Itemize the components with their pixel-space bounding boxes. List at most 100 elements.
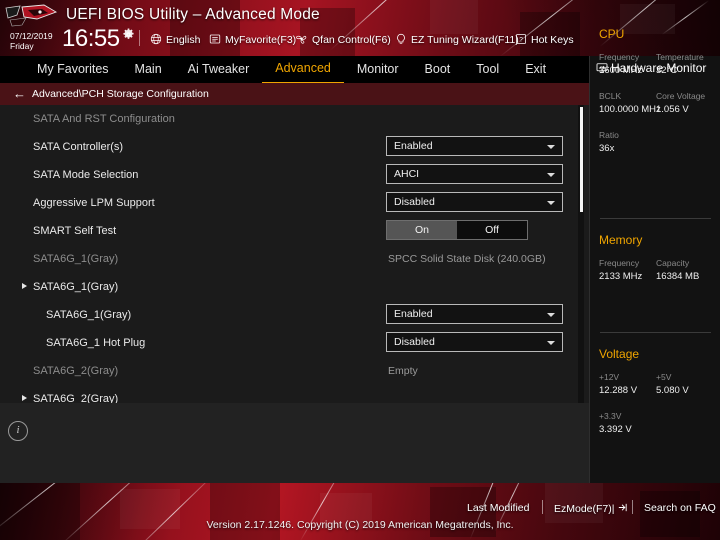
hw-metric-value: 2133 MHz (599, 271, 642, 282)
date-display: 07/12/2019 Friday (10, 31, 53, 51)
scrollbar-thumb[interactable] (580, 107, 583, 212)
date-value: 07/12/2019 (10, 31, 53, 41)
toggle-option-on[interactable]: On (387, 221, 457, 239)
ez-mode-button[interactable]: EzMode(F7)| (554, 502, 628, 515)
footer-divider-1 (542, 500, 543, 514)
main-nav-tabs: My Favorites Main Ai Tweaker Advanced Mo… (24, 56, 559, 83)
toolbar-item-ez-tuning-wizard[interactable]: EZ Tuning Wizard(F11) (395, 33, 519, 48)
settings-panel: SATA And RST ConfigurationSATA Controlle… (0, 105, 589, 403)
tab-ai-tweaker[interactable]: Ai Tweaker (175, 56, 263, 83)
last-modified-button[interactable]: Last Modified (467, 502, 529, 514)
setting-value-text: Empty (388, 357, 418, 385)
setting-label[interactable]: SATA6G_1(Gray) (46, 301, 131, 329)
setting-dropdown[interactable]: Disabled (386, 192, 563, 212)
toolbar-item-english[interactable]: English (150, 33, 200, 48)
settings-row: SATA6G_1(Gray) (0, 273, 589, 301)
hw-metric-label: Frequency (599, 258, 639, 268)
question-box-icon: ? (515, 33, 527, 48)
hw-section-divider (600, 332, 711, 333)
setting-label[interactable]: SMART Self Test (33, 217, 116, 245)
setting-label[interactable]: SATA6G_1 Hot Plug (46, 329, 145, 357)
settings-row: SATA6G_2(Gray) Empty (0, 357, 589, 385)
hw-metric-label: +3.3V (599, 411, 621, 421)
setting-dropdown[interactable]: Disabled (386, 332, 563, 352)
bulb-icon (395, 33, 407, 48)
hw-metric-value: 16384 MB (656, 271, 699, 282)
setting-label[interactable]: SATA6G_1(Gray) (33, 273, 118, 301)
setting-label: SATA And RST Configuration (33, 105, 175, 133)
tab-main[interactable]: Main (122, 56, 175, 83)
tab-advanced[interactable]: Advanced (262, 55, 344, 84)
tab-monitor[interactable]: Monitor (344, 56, 412, 83)
toolbar-label-ez-tuning: EZ Tuning Wizard(F11) (411, 34, 519, 46)
tab-boot[interactable]: Boot (412, 56, 464, 83)
setting-label[interactable]: SATA Mode Selection (33, 161, 138, 189)
toolbar-label-english: English (166, 34, 200, 46)
breadcrumb-path: Advanced\PCH Storage Configuration (32, 88, 209, 100)
settings-row: SATA6G_1 Hot Plug Disabled (0, 329, 589, 357)
hw-metric-label: BCLK (599, 91, 621, 101)
hw-section-title-memory: Memory (599, 233, 642, 247)
settings-row: SATA6G_2(Gray) (0, 385, 589, 403)
setting-label[interactable]: SATA Controller(s) (33, 133, 123, 161)
settings-row: Aggressive LPM Support Disabled (0, 189, 589, 217)
hw-metric-label: Temperature (656, 52, 704, 62)
hw-metric-value: 36x (599, 143, 614, 154)
dropdown-value: Enabled (394, 308, 433, 320)
dropdown-value: Disabled (394, 336, 435, 348)
breadcrumb[interactable]: ← Advanced\PCH Storage Configuration (0, 83, 589, 105)
hw-section-title-cpu: CPU (599, 27, 624, 41)
hw-metric-label: Core Voltage (656, 91, 705, 101)
tab-exit[interactable]: Exit (512, 56, 559, 83)
toolbar-label-hot-keys: Hot Keys (531, 34, 574, 46)
settings-row: SMART Self Test OnOff (0, 217, 589, 245)
list-icon (209, 33, 221, 48)
dropdown-value: Enabled (394, 140, 433, 152)
expand-arrow-icon[interactable] (22, 395, 27, 401)
help-panel (0, 403, 589, 483)
info-icon[interactable]: i (8, 421, 28, 441)
setting-label[interactable]: SATA6G_2(Gray) (33, 385, 118, 403)
back-arrow-icon[interactable]: ← (13, 87, 26, 101)
footer-divider-2 (632, 500, 633, 514)
settings-row: SATA6G_1(Gray) Enabled (0, 301, 589, 329)
search-on-faq-button[interactable]: Search on FAQ (644, 502, 716, 514)
setting-label[interactable]: SATA6G_2(Gray) (33, 357, 118, 385)
setting-dropdown[interactable]: Enabled (386, 304, 563, 324)
hw-metric-label: Ratio (599, 130, 619, 140)
gear-icon[interactable] (122, 28, 135, 41)
ez-mode-label: EzMode(F7)| (554, 503, 615, 515)
hw-section-divider (600, 218, 711, 219)
setting-label[interactable]: Aggressive LPM Support (33, 189, 155, 217)
arrow-right-box-icon (615, 503, 629, 515)
asus-rog-logo (4, 4, 62, 30)
hw-metric-label: Capacity (656, 258, 689, 268)
tab-my-favorites[interactable]: My Favorites (24, 56, 122, 83)
settings-row: SATA Controller(s) Enabled (0, 133, 589, 161)
toolbar-item-hot-keys[interactable]: ? Hot Keys (515, 33, 574, 48)
weekday-value: Friday (10, 41, 53, 51)
dropdown-value: Disabled (394, 196, 435, 208)
expand-arrow-icon[interactable] (22, 283, 27, 289)
tab-tool[interactable]: Tool (463, 56, 512, 83)
chevron-down-icon (547, 145, 555, 149)
toggle-option-off[interactable]: Off (457, 221, 527, 239)
clock-display: 16:55 (62, 25, 120, 53)
hw-metric-value: 32°C (656, 65, 677, 76)
hw-metric-value: 100.0000 MHz (599, 104, 661, 115)
hw-metric-label: +5V (656, 372, 671, 382)
hw-metric-value: 3600 MHz (599, 65, 642, 76)
hw-metric-value: 1.056 V (656, 104, 689, 115)
hw-metric-value: 12.288 V (599, 385, 637, 396)
setting-label[interactable]: SATA6G_1(Gray) (33, 245, 118, 273)
setting-dropdown[interactable]: Enabled (386, 136, 563, 156)
setting-dropdown[interactable]: AHCI (386, 164, 563, 184)
svg-text:?: ? (519, 37, 523, 44)
chevron-down-icon (547, 173, 555, 177)
toolbar-item-qfan-control[interactable]: Qfan Control(F6) (295, 33, 391, 48)
toolbar-item-myfavorite[interactable]: MyFavorite(F3) (209, 33, 296, 48)
globe-icon (150, 33, 162, 48)
setting-toggle[interactable]: OnOff (386, 220, 528, 240)
chevron-down-icon (547, 313, 555, 317)
settings-row: SATA6G_1(Gray)SPCC Solid State Disk (240… (0, 245, 589, 273)
